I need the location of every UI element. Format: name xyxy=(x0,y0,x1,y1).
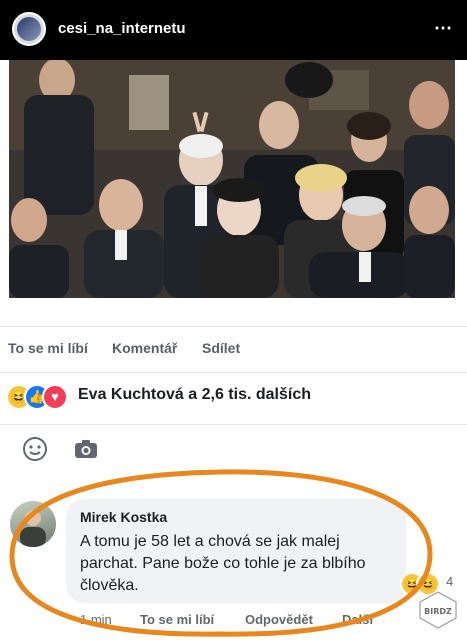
comment-reaction-count: 4 xyxy=(446,574,454,589)
divider xyxy=(0,326,467,327)
camera-icon[interactable] xyxy=(73,436,99,462)
divider xyxy=(0,424,467,425)
highlight-oval xyxy=(9,469,433,637)
post-actions-bar: To se mi líbí Komentář Sdílet xyxy=(0,330,467,370)
more-options-icon[interactable]: ⋯ xyxy=(434,18,453,39)
watermark-logo: BIRDZ xyxy=(416,590,460,630)
profile-avatar[interactable] xyxy=(12,12,46,46)
emoji-icon[interactable] xyxy=(22,436,48,462)
divider xyxy=(0,372,467,373)
like-button[interactable]: To se mi líbí xyxy=(8,340,88,356)
comment-tools xyxy=(0,436,467,468)
watermark-text: BIRDZ xyxy=(424,607,452,616)
post-photo xyxy=(9,60,455,298)
instagram-post-header: cesi_na_internetu ⋯ xyxy=(0,0,467,60)
reactions-summary[interactable]: Eva Kuchtová a 2,6 tis. dalších xyxy=(78,386,311,404)
share-button[interactable]: Sdílet xyxy=(202,340,240,356)
comment-button[interactable]: Komentář xyxy=(112,340,177,356)
username[interactable]: cesi_na_internetu xyxy=(58,20,186,37)
love-reaction-icon: ♥ xyxy=(42,384,68,410)
photo-image xyxy=(9,60,455,298)
